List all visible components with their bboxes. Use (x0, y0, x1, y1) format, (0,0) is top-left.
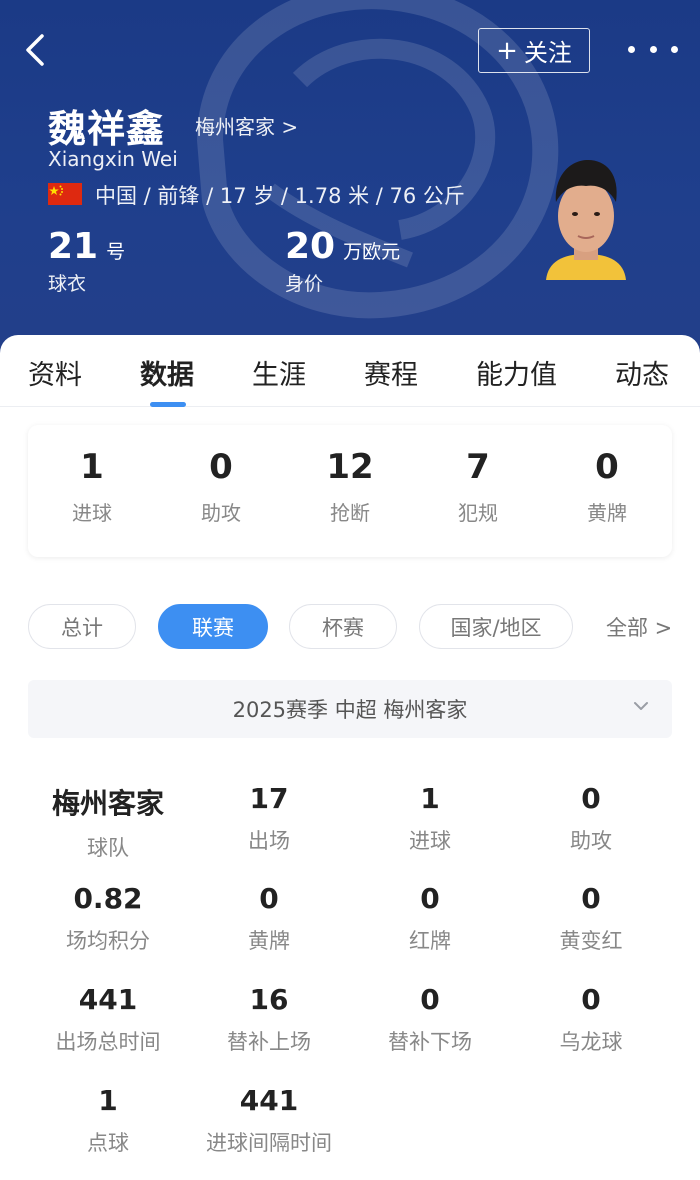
stat-value: 1 (98, 1084, 118, 1117)
summary-value: 7 (466, 447, 490, 487)
stat-points-per-game: 0.82 场均积分 (28, 882, 188, 955)
back-button[interactable] (18, 30, 54, 70)
more-menu-button[interactable] (628, 34, 678, 64)
summary-tackles: 12 抢断 (290, 447, 410, 526)
stat-goals: 1 进球 (350, 782, 510, 855)
summary-value: 12 (326, 447, 374, 487)
chevron-left-icon (26, 34, 44, 66)
tab-profile[interactable]: 资料 (28, 353, 82, 392)
summary-label: 黄牌 (587, 501, 627, 525)
stat-label: 替补下场 (388, 1030, 472, 1054)
stat-label: 黄牌 (248, 929, 290, 953)
summary-label: 犯规 (458, 501, 498, 525)
dot-icon (628, 45, 635, 53)
stat-appearances: 17 出场 (189, 782, 349, 855)
summary-value: 0 (595, 447, 619, 487)
follow-label: 关注 (523, 39, 572, 67)
filter-cup[interactable]: 杯赛 (289, 604, 397, 649)
season-selector[interactable]: 2025赛季 中超 梅州客家 (28, 680, 672, 738)
stat-sub-on: 16 替补上场 (189, 983, 349, 1056)
player-name: 魏祥鑫 (48, 107, 166, 151)
tab-bar: 资料 数据 生涯 赛程 能力值 动态 (0, 335, 700, 407)
market-value: 20 (285, 226, 336, 267)
tab-stats[interactable]: 数据 (140, 353, 194, 392)
stat-value: 441 (78, 983, 138, 1016)
filter-all-link[interactable]: 全部 > (606, 612, 672, 642)
shirt-label: 球衣 (48, 273, 87, 295)
stat-team: 梅州客家 球队 (28, 782, 188, 862)
tab-schedule[interactable]: 赛程 (364, 353, 418, 392)
stat-own-goals: 0 乌龙球 (511, 983, 671, 1056)
summary-label: 进球 (72, 501, 112, 525)
stat-value: 0 (581, 782, 601, 815)
summary-yellow-cards: 0 黄牌 (547, 447, 667, 526)
stat-value: 0 (259, 882, 279, 915)
dot-icon (649, 45, 657, 53)
summary-fouls: 7 犯规 (418, 447, 538, 526)
summary-label: 抢断 (330, 501, 370, 525)
stat-label: 进球 (409, 829, 451, 853)
stat-value: 0 (581, 882, 601, 915)
chevron-down-icon (634, 702, 648, 710)
filter-league[interactable]: 联赛 (158, 604, 268, 649)
market-value-label: 身价 (285, 273, 324, 295)
summary-label: 助攻 (201, 501, 241, 525)
filter-total[interactable]: 总计 (28, 604, 136, 649)
club-link[interactable]: 梅州客家 > (195, 111, 298, 140)
stat-label: 助攻 (570, 829, 612, 853)
stat-label: 进球间隔时间 (206, 1131, 332, 1155)
stat-value: 16 (249, 983, 289, 1016)
summary-card: 1 进球 0 助攻 12 抢断 7 犯规 0 黄牌 (28, 425, 672, 557)
shirt-number-block: 21 号 球衣 (48, 226, 125, 296)
stat-label: 出场总时间 (55, 1030, 161, 1054)
shirt-number: 21 (48, 226, 99, 267)
player-name-en: Xiangxin Wei (48, 147, 178, 171)
filter-national[interactable]: 国家/地区 (419, 604, 573, 649)
player-info: 中国 / 前锋 / 17 岁 / 1.78 米 / 76 公斤 (95, 184, 465, 208)
active-tab-indicator (150, 402, 186, 407)
stat-yellow-cards: 0 黄牌 (189, 882, 349, 955)
dot-icon (671, 45, 678, 53)
stat-sub-off: 0 替补下场 (350, 983, 510, 1056)
stat-penalties: 1 点球 (28, 1084, 188, 1157)
stat-value: 梅州客家 (51, 787, 164, 820)
tab-ability[interactable]: 能力值 (476, 353, 557, 392)
stat-label: 红牌 (409, 929, 451, 953)
stat-assists: 0 助攻 (511, 782, 671, 855)
summary-value: 1 (80, 447, 104, 487)
stat-label: 乌龙球 (559, 1030, 623, 1054)
stat-value: 0.82 (73, 882, 143, 915)
stat-value: 0 (420, 882, 440, 915)
stat-value: 441 (239, 1084, 299, 1117)
stat-label: 场均积分 (66, 929, 150, 953)
stat-value: 0 (581, 983, 601, 1016)
stat-label: 黄变红 (559, 929, 623, 953)
stat-goal-interval: 441 进球间隔时间 (189, 1084, 349, 1157)
player-photo (546, 160, 626, 280)
tab-news[interactable]: 动态 (615, 353, 669, 392)
stat-label: 球队 (87, 836, 129, 860)
stat-label: 出场 (248, 829, 290, 853)
china-flag-icon (48, 183, 82, 205)
stat-value: 17 (249, 782, 289, 815)
summary-value: 0 (209, 447, 233, 487)
player-header: + 关注 魏祥鑫 梅州客家 > Xiangxin Wei 中国 / 前锋 / 1… (0, 0, 700, 360)
follow-button[interactable]: + 关注 (478, 28, 590, 73)
market-value-block: 20 万欧元 身价 (285, 226, 400, 296)
shirt-unit: 号 (106, 241, 126, 263)
stat-red-cards: 0 红牌 (350, 882, 510, 955)
tab-career[interactable]: 生涯 (252, 353, 306, 392)
season-label: 2025赛季 中超 梅州客家 (232, 698, 468, 722)
summary-assists: 0 助攻 (161, 447, 281, 526)
stat-value: 0 (420, 983, 440, 1016)
plus-icon: + (496, 35, 518, 66)
stat-label: 点球 (87, 1131, 129, 1155)
stat-second-yellow: 0 黄变红 (511, 882, 671, 955)
summary-goals: 1 进球 (32, 447, 152, 526)
stat-label: 替补上场 (227, 1030, 311, 1054)
market-value-unit: 万欧元 (343, 241, 401, 263)
stat-value: 1 (420, 782, 440, 815)
stat-total-minutes: 441 出场总时间 (28, 983, 188, 1056)
